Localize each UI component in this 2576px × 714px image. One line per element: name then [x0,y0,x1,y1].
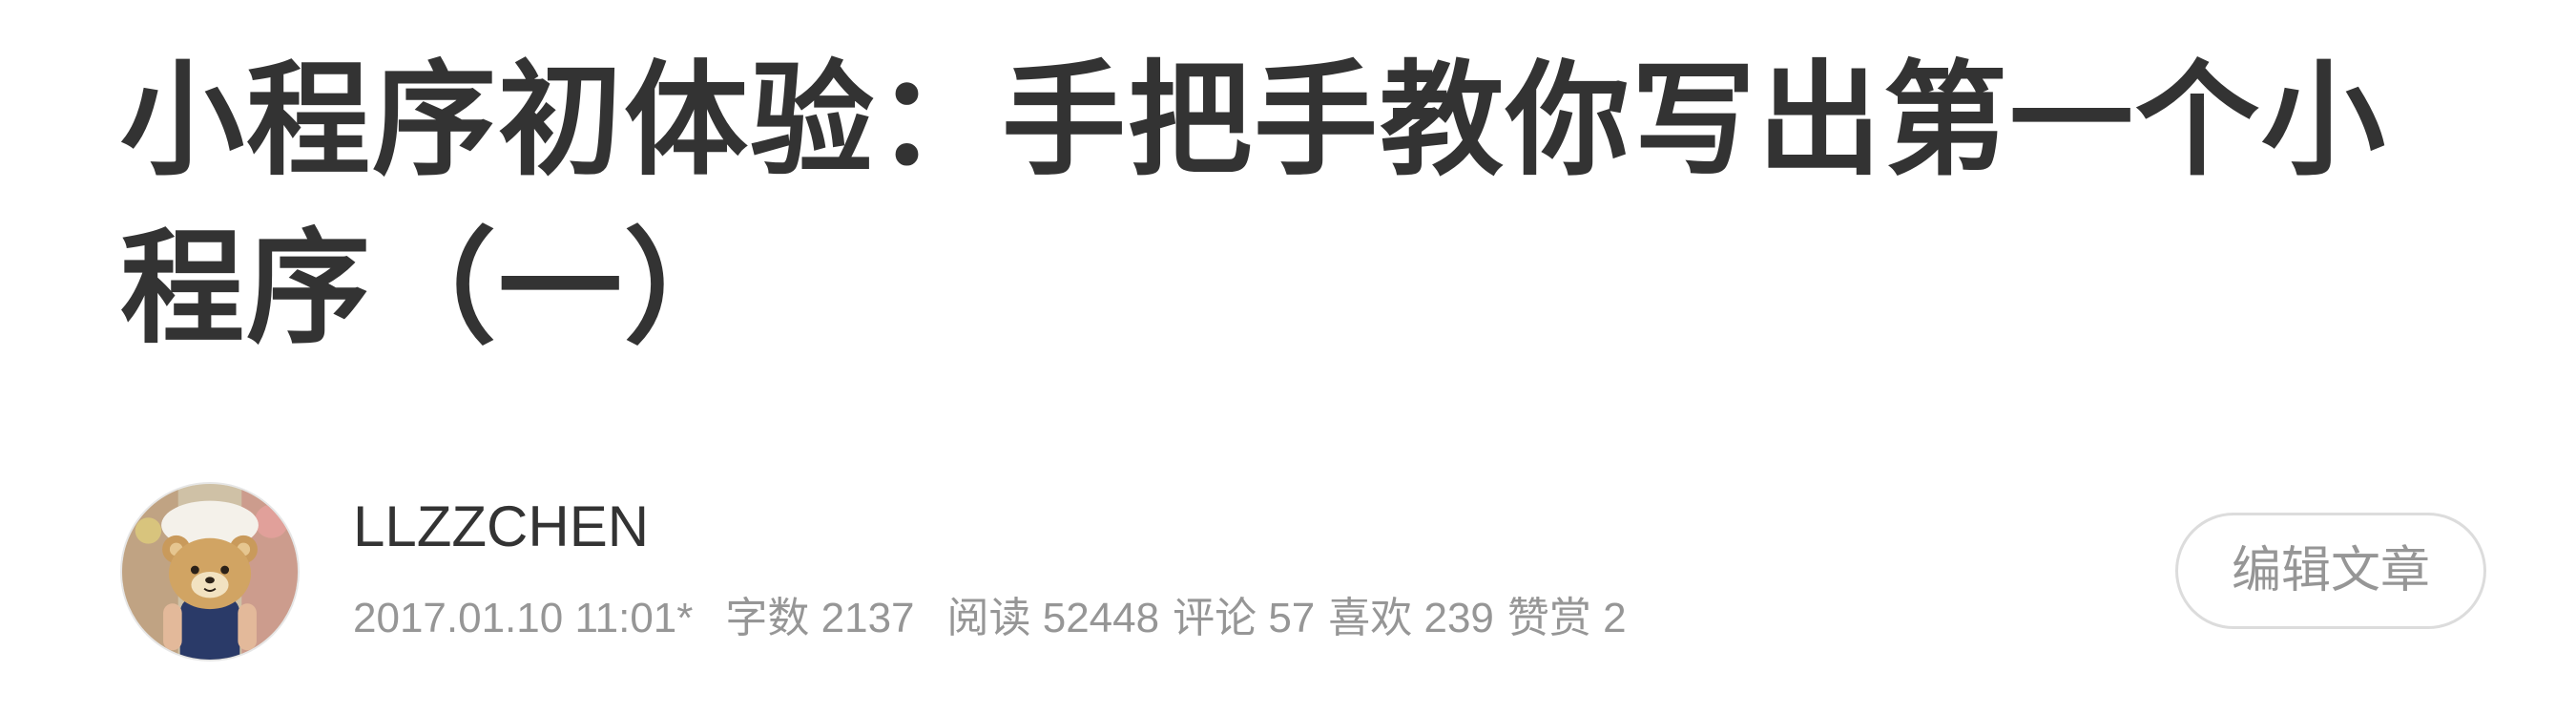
comments-count: 评论 57 [1173,595,1316,641]
author-name-link[interactable]: LLZZCHEN [353,494,1640,560]
edit-article-button[interactable]: 编辑文章 [2175,513,2486,629]
article-title: 小程序初体验：手把手教你写出第一个小程序（一） [120,48,2388,361]
bear-mask-avatar-icon [122,484,298,660]
author-avatar[interactable] [120,482,300,662]
article-meta: 2017.01.10 11:01* 字数 2137 阅读 52448 评论 57 喜欢 … [353,593,1640,644]
word-count: 字数 2137 [725,595,915,641]
author-info: LLZZCHEN 2017.01.10 11:01* 字数 2137 阅读 5244… [353,494,1640,644]
author-row: LLZZCHEN 2017.01.10 11:01* 字数 2137 阅读 5244… [120,482,2486,663]
article-header: 小程序初体验：手把手教你写出第一个小程序（一） LLZZCHEN 2017.01… [0,0,2576,714]
rewards-count: 赞赏 2 [1506,595,1627,641]
views-count: 阅读 52448 [946,595,1160,641]
publish-time: 2017.01.10 11:01* [353,595,694,641]
likes-count: 喜欢 239 [1328,595,1494,641]
